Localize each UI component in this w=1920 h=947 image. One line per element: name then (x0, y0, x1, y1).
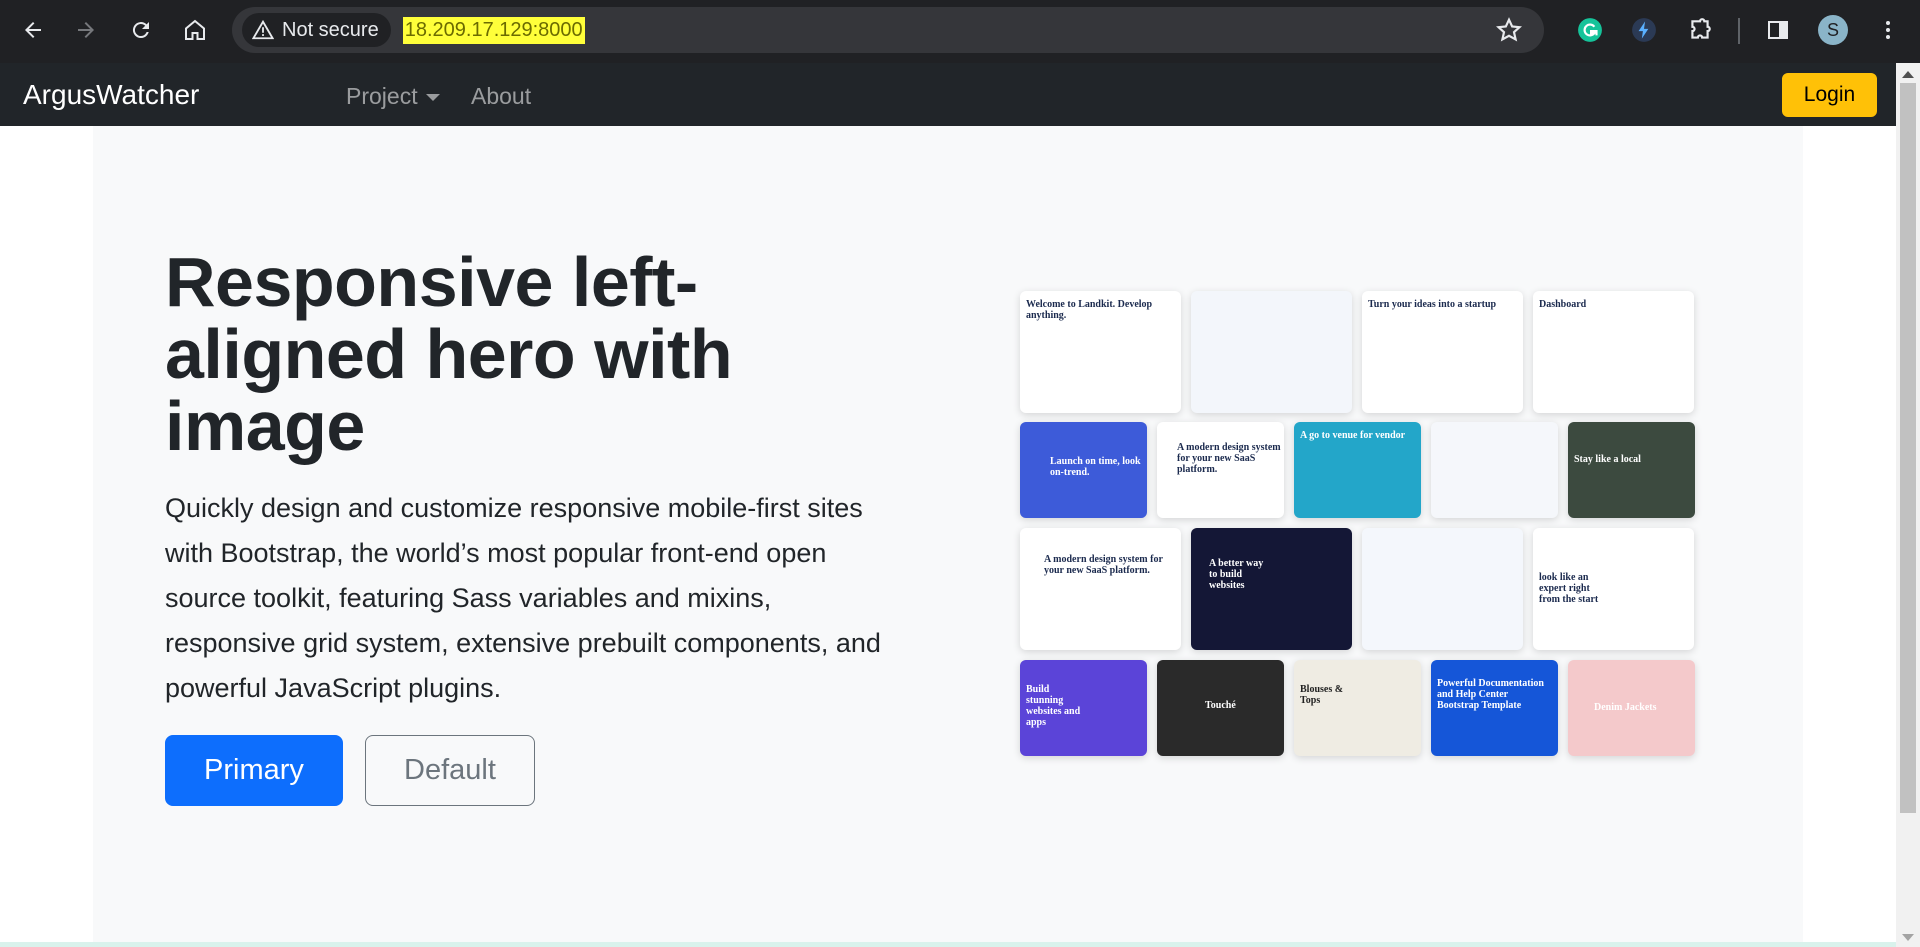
login-button[interactable]: Login (1782, 73, 1877, 117)
scroll-down-icon[interactable] (1902, 934, 1914, 941)
primary-button[interactable]: Primary (165, 735, 343, 806)
thumbnail-caption: Powerful Documentation and Help Center B… (1437, 678, 1544, 711)
hero-section: Responsive left-aligned hero with image … (93, 126, 1803, 947)
thumbnail-caption: look like an expert right from the start (1539, 572, 1599, 605)
thumbnail-caption: Launch on time, look on-trend. (1050, 456, 1141, 478)
thumbnail-caption: Touché (1205, 700, 1236, 711)
template-thumbnail: Turn your ideas into a startup (1362, 291, 1523, 413)
home-button[interactable] (175, 10, 215, 50)
thumbnail-caption: A go to venue for vendor (1300, 430, 1406, 441)
template-thumbnail: Build stunning websites and apps (1020, 660, 1147, 756)
hero-image-collage: Welcome to Landkit. Develop anything. Tu… (1020, 291, 1703, 766)
thumbnail-caption: Build stunning websites and apps (1026, 684, 1081, 728)
template-thumbnail: Launch on time, look on-trend. (1020, 422, 1147, 518)
template-thumbnail: Powerful Documentation and Help Center B… (1431, 660, 1558, 756)
project-dropdown[interactable]: Project (346, 83, 440, 110)
thumbnail-caption: Denim Jackets (1594, 702, 1657, 713)
extensions-puzzle-icon[interactable] (1684, 14, 1716, 46)
kebab-menu-icon[interactable] (1872, 14, 1904, 46)
template-thumbnail: Dashboard (1533, 291, 1694, 413)
security-label: Not secure (282, 18, 379, 41)
caret-down-icon (425, 94, 440, 102)
template-thumbnail: Denim Jackets (1568, 660, 1695, 756)
thumbnail-caption: A modern design system for your new SaaS… (1044, 554, 1163, 576)
thumbnail-caption: Stay like a local (1574, 454, 1641, 465)
template-thumbnail: A go to venue for vendor (1294, 422, 1421, 518)
thumbnail-caption: Turn your ideas into a startup (1368, 299, 1497, 310)
template-thumbnail: A modern design system for your new SaaS… (1157, 422, 1284, 518)
hero-lead: Quickly design and customize responsive … (165, 493, 881, 703)
thumbnail-caption: Blouses & Tops (1300, 684, 1344, 706)
about-link[interactable]: About (471, 83, 531, 110)
arrow-right-icon (78, 22, 94, 38)
toolbar-divider (1738, 18, 1740, 44)
thumbnail-caption: Dashboard (1539, 299, 1587, 310)
lightning-extension-icon[interactable] (1628, 14, 1660, 46)
page-bottom-edge (0, 942, 1896, 947)
template-thumbnail: Stay like a local (1568, 422, 1695, 518)
arrow-left-icon (25, 22, 41, 38)
template-thumbnail: Touché (1157, 660, 1284, 756)
url-text[interactable]: 18.209.17.129:8000 (402, 16, 585, 44)
site-navbar: ArgusWatcher Project About Login (0, 63, 1896, 126)
browser-toolbar: Not secure 18.209.17.129:8000 S (0, 0, 1920, 63)
brand-link[interactable]: ArgusWatcher (23, 79, 199, 111)
bookmark-star-icon[interactable] (1495, 17, 1523, 48)
template-thumbnail: A modern design system for your new SaaS… (1020, 528, 1181, 650)
template-thumbnail: Blouses & Tops (1294, 660, 1421, 756)
address-bar[interactable]: Not secure 18.209.17.129:8000 (232, 7, 1544, 53)
back-button[interactable] (13, 10, 53, 50)
template-thumbnail: look like an expert right from the start (1533, 528, 1694, 650)
home-icon (185, 19, 205, 40)
thumbnail-caption: A modern design system for your new SaaS… (1177, 442, 1281, 475)
template-thumbnail (1431, 422, 1558, 518)
thumbnail-caption: A better way to build websites (1209, 558, 1264, 591)
profile-avatar[interactable]: S (1818, 15, 1848, 45)
reload-icon (132, 22, 149, 39)
template-thumbnail (1191, 291, 1352, 413)
warning-icon (252, 19, 274, 40)
template-thumbnail (1362, 528, 1523, 650)
default-button[interactable]: Default (365, 735, 535, 806)
grammarly-extension-icon[interactable] (1574, 14, 1606, 46)
page-scrollbar[interactable] (1896, 63, 1920, 947)
hero-title: Responsive left-aligned hero with image (165, 243, 733, 465)
security-chip[interactable]: Not secure (242, 13, 391, 47)
template-thumbnail: Welcome to Landkit. Develop anything. (1020, 291, 1181, 413)
project-label: Project (346, 83, 418, 109)
forward-button[interactable] (66, 10, 106, 50)
template-thumbnail: A better way to build websites (1191, 528, 1352, 650)
reload-button[interactable] (121, 10, 161, 50)
thumbnail-caption: Welcome to Landkit. Develop anything. (1026, 299, 1153, 321)
scroll-thumb[interactable] (1900, 83, 1916, 813)
scroll-up-icon[interactable] (1902, 71, 1914, 78)
side-panel-icon[interactable] (1762, 14, 1794, 46)
